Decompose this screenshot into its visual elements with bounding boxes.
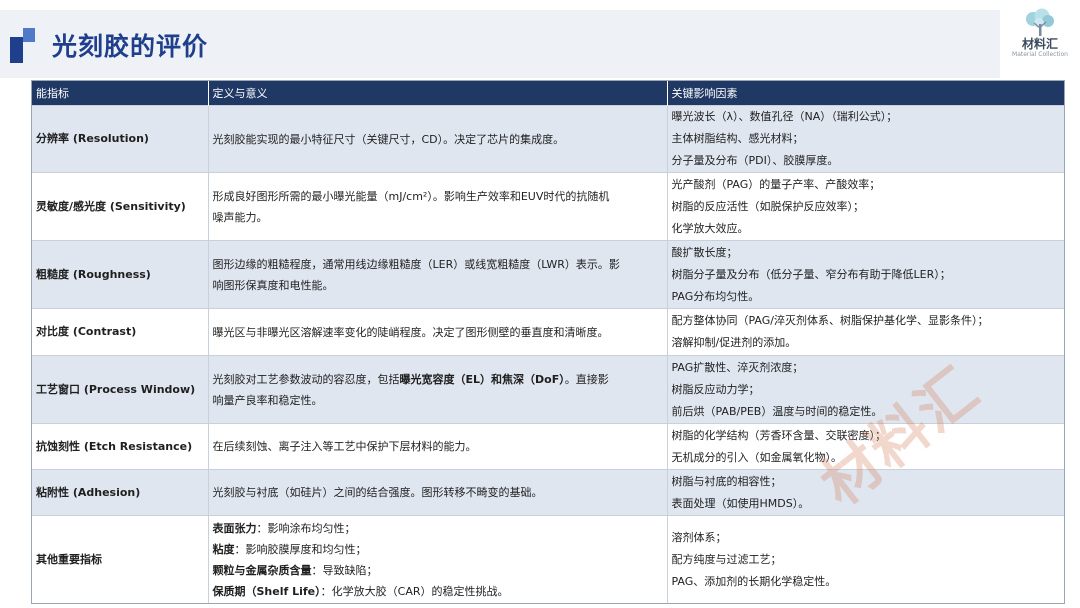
definition-cell: 光刻胶与衬底（如硅片）之间的结合强度。图形转移不畸变的基础。 (207, 469, 667, 516)
column-header-factors: 关键影响因素 (666, 81, 1064, 106)
factor-line: 表面处理（如使用HMDS）。 (671, 496, 810, 510)
title-accent-block (10, 37, 23, 63)
factor-line: 配方整体协同（PAG/淬灭剂体系、树脂保护基化学、显影条件）； (671, 314, 989, 327)
definition-line: 颗粒与金属杂质含量：导致缺陷； (213, 560, 663, 581)
definition-line: 光刻胶对工艺参数波动的容忍度，包括曝光宽容度（EL）和焦深（DoF）。直接影 (213, 369, 663, 390)
brand-logo: 材料汇 Material Collection (1002, 8, 1078, 74)
definition-cell: 光刻胶对工艺参数波动的容忍度，包括曝光宽容度（EL）和焦深（DoF）。直接影 响… (207, 355, 667, 424)
definition-cell: 在后续刻蚀、离子注入等工艺中保护下层材料的能力。 (207, 423, 667, 470)
factors-cell: 溶剂体系； 配方纯度与过滤工艺； PAG、添加剂的长期化学稳定性。 (666, 515, 1064, 603)
evaluation-table: 能指标 定义与意义 关键影响因素 分辨率 (Resolution) 光刻胶能实现… (31, 80, 1065, 604)
factor-line: PAG、添加剂的长期化学稳定性。 (671, 574, 837, 588)
definition-text: 。直接影 (564, 372, 609, 386)
definition-line: 曝光区与非曝光区溶解速率变化的陡峭程度。决定了图形侧壁的垂直度和清晰度。 (212, 325, 609, 339)
factor-line: PAG分布均匀性。 (671, 289, 760, 303)
metric-cell: 分辨率 (Resolution) (32, 105, 208, 173)
factors-cell: 树脂与衬底的相容性； 表面处理（如使用HMDS）。 (666, 469, 1064, 516)
definition-cell: 曝光区与非曝光区溶解速率变化的陡峭程度。决定了图形侧壁的垂直度和清晰度。 (207, 308, 667, 356)
definition-text: ：导致缺陷； (311, 563, 378, 577)
factor-line: 溶剂体系； (671, 530, 727, 544)
definition-term: 表面张力 (212, 521, 257, 535)
metric-cell: 对比度 (Contrast) (32, 308, 208, 356)
factor-line: 溶解抑制/促进剂的添加。 (671, 336, 797, 349)
table-row: 对比度 (Contrast) 曝光区与非曝光区溶解速率变化的陡峭程度。决定了图形… (32, 308, 1064, 356)
definition-emphasis: 曝光宽容度（EL）和焦深（DoF） (399, 372, 565, 386)
definition-line: 保质期（Shelf Life）：化学放大胶（CAR）的稳定性挑战。 (213, 581, 663, 602)
factors-cell: 曝光波长（λ）、数值孔径（NA）（瑞利公式）； 主体树脂结构、感光材料； 分子量… (666, 105, 1064, 173)
definition-line: 粘度：影响胶膜厚度和均匀性； (213, 539, 663, 560)
factor-line: 酸扩散长度； (671, 245, 738, 259)
table-row: 灵敏度/感光度 (Sensitivity) 形成良好图形所需的最小曝光能量（mJ… (32, 172, 1064, 241)
title-accent-block-small (23, 28, 35, 42)
metric-cell: 粘附性 (Adhesion) (32, 469, 208, 516)
metric-cell: 粗糙度 (Roughness) (32, 240, 208, 309)
logo-subtitle: Material Collection (1012, 51, 1068, 58)
metric-cell: 灵敏度/感光度 (Sensitivity) (32, 172, 208, 241)
metric-cell: 抗蚀刻性 (Etch Resistance) (32, 423, 208, 470)
table-row: 抗蚀刻性 (Etch Resistance) 在后续刻蚀、离子注入等工艺中保护下… (32, 423, 1064, 470)
table-row: 粘附性 (Adhesion) 光刻胶与衬底（如硅片）之间的结合强度。图形转移不畸… (32, 469, 1064, 516)
table-header-row: 能指标 定义与意义 关键影响因素 (32, 81, 1064, 106)
column-header-definition: 定义与意义 (207, 81, 667, 106)
definition-line: 光刻胶与衬底（如硅片）之间的结合强度。图形转移不畸变的基础。 (212, 486, 543, 499)
column-header-metric: 能指标 (32, 81, 208, 106)
metric-cell: 其他重要指标 (32, 515, 208, 603)
definition-text: 光刻胶对工艺参数波动的容忍度，包括 (212, 372, 400, 386)
factor-line: 树脂分子量及分布（低分子量、窄分布有助于降低LER）； (671, 267, 951, 281)
factor-line: 树脂的化学结构（芳香环含量、交联密度）； (671, 428, 887, 442)
definition-line: 形成良好图形所需的最小曝光能量（mJ/cm²）。影响生产效率和EUV时代的抗随机 (212, 189, 610, 203)
factor-line: PAG扩散性、淬灭剂浓度； (671, 360, 804, 374)
factors-cell: 树脂的化学结构（芳香环含量、交联密度）； 无机成分的引入（如金属氧化物）。 (666, 423, 1064, 470)
factor-line: 树脂与衬底的相容性； (671, 474, 782, 488)
definition-line: 在后续刻蚀、离子注入等工艺中保护下层材料的能力。 (212, 440, 477, 453)
definition-cell: 形成良好图形所需的最小曝光能量（mJ/cm²）。影响生产效率和EUV时代的抗随机… (207, 172, 667, 241)
factor-line: 无机成分的引入（如金属氧化物）。 (671, 450, 843, 464)
factors-cell: 配方整体协同（PAG/淬灭剂体系、树脂保护基化学、显影条件）； 溶解抑制/促进剂… (666, 308, 1064, 356)
factors-cell: 光产酸剂（PAG）的量子产率、产酸效率； 树脂的反应活性（如脱保护反应效率）； … (666, 172, 1064, 241)
factor-line: 树脂反应动力学； (671, 382, 760, 396)
definition-term: 保质期（Shelf Life） (212, 584, 321, 598)
table-row: 其他重要指标 表面张力：影响涂布均匀性； 粘度：影响胶膜厚度和均匀性； 颗粒与金… (32, 515, 1064, 603)
tree-logo-icon (1026, 8, 1054, 36)
table-row: 工艺窗口 (Process Window) 光刻胶对工艺参数波动的容忍度，包括曝… (32, 355, 1064, 424)
factor-line: 前后烘（PAB/PEB）温度与时间的稳定性。 (671, 404, 883, 418)
definition-line: 光刻胶能实现的最小特征尺寸（关键尺寸，CD）。决定了芯片的集成度。 (212, 132, 565, 146)
factor-line: 光产酸剂（PAG）的量子产率、产酸效率； (671, 177, 881, 191)
definition-line: 图形边缘的粗糙程度，通常用线边缘粗糙度（LER）或线宽粗糙度（LWR）表示。影 (212, 257, 620, 271)
definition-text: ：化学放大胶（CAR）的稳定性挑战。 (320, 584, 509, 598)
factor-line: 曝光波长（λ）、数值孔径（NA）（瑞利公式）； (671, 110, 898, 123)
definition-text: ：影响胶膜厚度和均匀性； (234, 542, 367, 556)
definition-line: 表面张力：影响涂布均匀性； (213, 518, 663, 539)
definition-cell: 光刻胶能实现的最小特征尺寸（关键尺寸，CD）。决定了芯片的集成度。 (207, 105, 667, 173)
table-row: 粗糙度 (Roughness) 图形边缘的粗糙程度，通常用线边缘粗糙度（LER）… (32, 240, 1064, 309)
definition-line: 响量产良率和稳定性。 (212, 393, 323, 407)
table-row: 分辨率 (Resolution) 光刻胶能实现的最小特征尺寸（关键尺寸，CD）。… (32, 105, 1064, 173)
factor-line: 配方纯度与过滤工艺； (671, 552, 782, 566)
definition-term: 粘度 (212, 542, 235, 556)
logo-name: 材料汇 (1021, 37, 1058, 51)
factor-line: 分子量及分布（PDI）、胶膜厚度。 (671, 154, 839, 167)
definition-cell: 图形边缘的粗糙程度，通常用线边缘粗糙度（LER）或线宽粗糙度（LWR）表示。影 … (207, 240, 667, 309)
factors-cell: 酸扩散长度； 树脂分子量及分布（低分子量、窄分布有助于降低LER）； PAG分布… (666, 240, 1064, 309)
page-title: 光刻胶的评价 (52, 32, 209, 61)
definition-term: 颗粒与金属杂质含量 (212, 563, 312, 577)
metric-cell: 工艺窗口 (Process Window) (32, 355, 208, 424)
factor-line: 主体树脂结构、感光材料； (671, 132, 804, 145)
factor-line: 化学放大效应。 (671, 221, 749, 235)
definition-line: 响图形保真度和电性能。 (212, 278, 334, 292)
definition-text: ：影响涂布均匀性； (256, 521, 356, 535)
definition-cell: 表面张力：影响涂布均匀性； 粘度：影响胶膜厚度和均匀性； 颗粒与金属杂质含量：导… (207, 515, 667, 603)
definition-line: 噪声能力。 (212, 210, 268, 224)
factors-cell: PAG扩散性、淬灭剂浓度； 树脂反应动力学； 前后烘（PAB/PEB）温度与时间… (666, 355, 1064, 424)
factor-line: 树脂的反应活性（如脱保护反应效率）； (671, 199, 865, 213)
